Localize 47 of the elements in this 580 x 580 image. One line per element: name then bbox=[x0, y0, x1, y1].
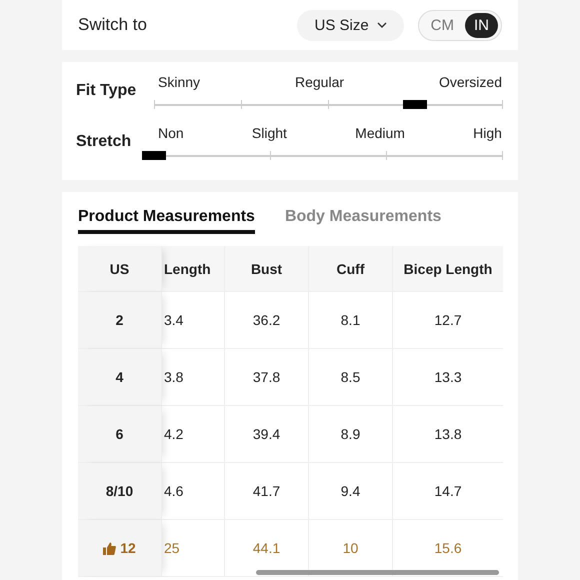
table-cell: 41.7 bbox=[225, 463, 309, 519]
unit-option[interactable]: CM bbox=[422, 12, 463, 38]
measurement-tab[interactable]: Product Measurements bbox=[78, 208, 255, 234]
table-cell: 3.8 bbox=[162, 349, 225, 405]
table-cell: 12 bbox=[78, 520, 162, 576]
table-cell: 8.1 bbox=[309, 292, 393, 348]
size-dropdown[interactable]: US Size bbox=[297, 10, 404, 40]
column-header: Bicep Length bbox=[402, 260, 494, 279]
column-header: US bbox=[78, 246, 162, 291]
scale-label: Slight bbox=[252, 125, 287, 141]
measurement-tab[interactable]: Body Measurements bbox=[284, 208, 442, 234]
table-cell-text: 12.7 bbox=[433, 311, 463, 330]
scale-label: Regular bbox=[294, 74, 344, 90]
fit-label: Fit Type bbox=[76, 81, 138, 100]
table-cell-text: 13.8 bbox=[433, 425, 463, 444]
fit-label: Stretch bbox=[76, 132, 132, 151]
scale-label: Oversized bbox=[438, 74, 502, 90]
caret-icon bbox=[376, 22, 387, 28]
scale-label: Non bbox=[158, 125, 184, 141]
table-cell: 4 bbox=[78, 349, 162, 405]
scrollbar[interactable] bbox=[256, 570, 499, 575]
column-header: Length bbox=[162, 246, 225, 291]
table-cell: 2 bbox=[78, 292, 162, 348]
table-cell: 4.6 bbox=[162, 463, 225, 519]
table-cell: 25 bbox=[162, 520, 225, 576]
column-header: Cuff bbox=[309, 246, 393, 291]
table-cell: 8.9 bbox=[309, 406, 393, 462]
table-cell: 37.8 bbox=[225, 349, 309, 405]
scale-label: Medium bbox=[355, 125, 405, 141]
table-cell-text: 14.7 bbox=[433, 482, 463, 501]
scale-marker bbox=[142, 151, 166, 160]
table-cell: 9.4 bbox=[309, 463, 393, 519]
table-cell: 36.2 bbox=[225, 292, 309, 348]
switch-label: Switch to bbox=[78, 15, 147, 35]
table-cell: 6 bbox=[78, 406, 162, 462]
table-cell: 8/10 bbox=[78, 463, 162, 519]
table-cell-text: 15.6 bbox=[433, 539, 463, 558]
table-cell: 8.5 bbox=[309, 349, 393, 405]
table-cell: 3.4 bbox=[162, 292, 225, 348]
unit-option[interactable]: IN bbox=[465, 12, 498, 38]
thumbs-up-icon bbox=[103, 542, 116, 554]
table-cell: 4.2 bbox=[162, 406, 225, 462]
table-cell: 39.4 bbox=[225, 406, 309, 462]
table-cell-text: 13.3 bbox=[433, 368, 463, 387]
column-header: Bust bbox=[225, 246, 309, 291]
scale-label: High bbox=[473, 125, 502, 141]
scale-label: Skinny bbox=[158, 74, 200, 90]
